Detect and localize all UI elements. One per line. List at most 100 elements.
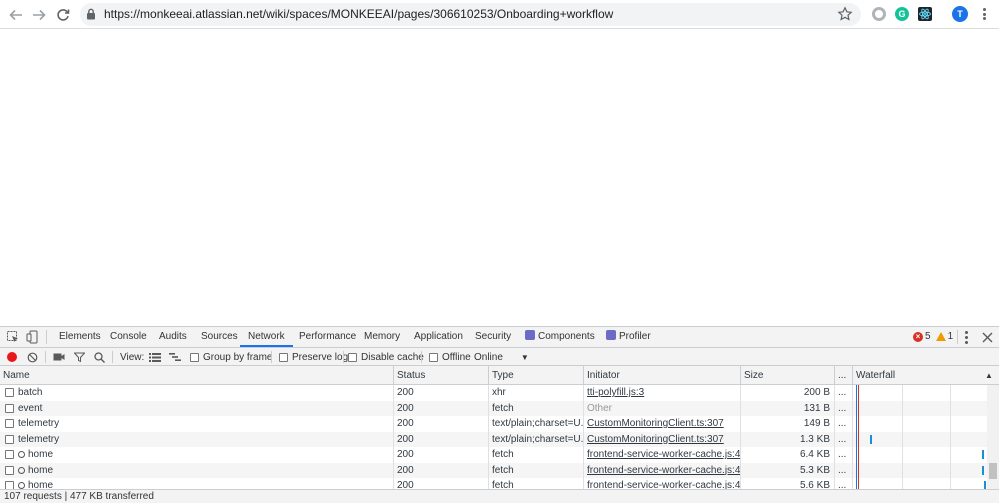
column-header-status[interactable]: Status [394,366,489,385]
dom-content-loaded-line [856,385,857,401]
react-devtools-extension-icon[interactable] [918,7,932,21]
inspect-element-icon[interactable] [6,330,20,344]
load-event-line [858,385,859,401]
sort-ascending-icon[interactable]: ▲ [985,371,993,380]
profile-avatar[interactable]: T [952,6,968,22]
tab-profiler[interactable]: Profiler [606,327,651,347]
reload-button[interactable] [53,5,73,25]
column-header-type[interactable]: Type [489,366,584,385]
tab-memory[interactable]: Memory [364,327,400,347]
tab-audits[interactable]: Audits [159,327,187,347]
lock-icon[interactable] [86,8,96,20]
row-checkbox-icon [5,388,14,398]
browser-menu-icon[interactable] [980,6,988,22]
table-row[interactable]: telemetry 200 text/plain;charset=U... Custo… [0,416,999,432]
table-row[interactable]: telemetry 200 text/plain;charset=U... Custo… [0,431,999,447]
back-button[interactable] [6,5,26,25]
disable-cache-checkbox[interactable]: Disable cache [348,351,424,363]
cell-name: home [0,462,394,478]
tab-performance[interactable]: Performance [299,327,356,347]
waterfall-gridline [902,462,903,478]
warning-count: 1 [947,331,954,342]
waterfall-gridline [950,431,951,447]
cell-name: batch [0,385,394,401]
row-checkbox-icon [5,403,14,413]
initiator-link[interactable]: frontend-service-worker-cache.js:4 [587,449,740,460]
tab-console[interactable]: Console [110,327,147,347]
table-scrollbar[interactable] [987,385,999,489]
error-count: 5 [925,331,931,342]
cell-type: fetch [489,462,584,478]
table-row[interactable]: event 200 fetch Other 131 B... [0,400,999,416]
table-header: Name Status Type Initiator Size ... Wate… [0,366,999,385]
column-header-size[interactable]: Size [741,366,835,385]
overview-button[interactable] [169,351,181,363]
cell-waterfall [853,462,987,478]
initiator-link[interactable]: frontend-service-worker-cache.js:4 [587,480,740,489]
group-by-frame-checkbox[interactable]: Group by frame [190,351,272,363]
waterfall-gridline [950,462,951,478]
tab-application[interactable]: Application [414,327,463,347]
address-bar[interactable]: https://monkeeai.atlassian.net/wiki/spac… [80,3,861,26]
table-row[interactable]: batch 200 xhr tti-polyfill.js:3 200 B... [0,385,999,401]
column-header-waterfall[interactable]: Waterfall [853,366,987,385]
devtools-panel: Elements Console Audits Sources Network … [0,326,999,503]
cell-size: 6.4 KB [741,447,835,463]
initiator-link[interactable]: frontend-service-worker-cache.js:4 [587,465,740,476]
tab-components[interactable]: Components [525,327,595,347]
cell-initiator[interactable]: frontend-service-worker-cache.js:4 [584,447,741,463]
extension-circle-icon[interactable] [872,7,886,21]
clear-button[interactable] [27,351,38,363]
throttling-value: Online [474,351,503,363]
list-view-icon [149,353,161,362]
service-worker-icon [18,466,25,474]
close-icon[interactable] [982,332,993,343]
cell-status: 200 [394,416,489,432]
cell-initiator[interactable]: frontend-service-worker-cache.js:4 [584,478,741,489]
cell-waterfall [853,416,987,432]
column-header-initiator[interactable]: Initiator [584,366,741,385]
view-label: View: [120,351,145,363]
table-row[interactable]: home 200 fetch frontend-service-worker-cach… [0,447,999,463]
cell-initiator[interactable]: tti-polyfill.js:3 [584,385,741,401]
record-button[interactable] [7,351,17,363]
tab-security[interactable]: Security [475,327,511,347]
cell-initiator[interactable]: frontend-service-worker-cache.js:4 [584,462,741,478]
throttling-select[interactable]: Online ▼ [474,351,529,363]
search-button[interactable] [94,351,105,363]
scrollbar-thumb[interactable] [989,463,997,479]
grammarly-extension-icon[interactable]: G [895,7,909,21]
preserve-log-checkbox[interactable]: Preserve log [279,351,348,363]
column-header-more[interactable]: ... [835,366,853,385]
tab-network[interactable]: Network [240,327,293,347]
table-row[interactable]: home 200 fetch frontend-service-worker-cach… [0,478,999,489]
initiator-link[interactable]: CustomMonitoringClient.ts:307 [587,418,724,429]
row-checkbox-icon [5,481,14,489]
screenshot-button[interactable] [53,351,65,363]
star-icon[interactable] [837,6,853,22]
filter-button[interactable] [74,351,85,363]
cell-name: telemetry [0,416,394,432]
cell-more: ... [835,416,853,432]
dom-content-loaded-line [856,447,857,463]
waterfall-gridline [902,416,903,432]
initiator-link[interactable]: CustomMonitoringClient.ts:307 [587,434,724,445]
initiator-link[interactable]: tti-polyfill.js:3 [587,387,644,398]
table-row[interactable]: home 200 fetch frontend-service-worker-cach… [0,462,999,478]
request-name: home [28,480,54,489]
request-name: telemetry [18,433,60,445]
large-rows-button[interactable] [149,351,161,363]
column-header-name[interactable]: Name [0,366,394,385]
cell-initiator[interactable]: CustomMonitoringClient.ts:307 [584,431,741,447]
tab-sources[interactable]: Sources [201,327,238,347]
tab-elements[interactable]: Elements [59,327,101,347]
cell-initiator[interactable]: CustomMonitoringClient.ts:307 [584,416,741,432]
device-toolbar-icon[interactable] [26,330,40,344]
cell-status: 200 [394,447,489,463]
waterfall-gridline [902,431,903,447]
forward-button[interactable] [29,5,49,25]
devtools-menu-icon[interactable] [964,331,968,344]
issues-counter[interactable]: × 5 1 [913,331,953,342]
divider [112,351,113,363]
offline-checkbox[interactable]: Offline [429,351,471,363]
